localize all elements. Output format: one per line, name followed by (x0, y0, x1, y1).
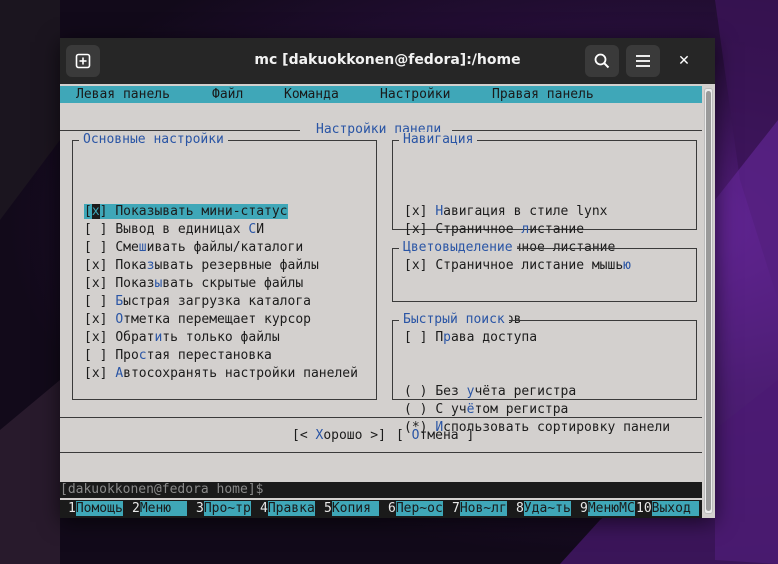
fkey-number: 9 (580, 501, 588, 516)
option-label: Показывать мини-статус (115, 204, 288, 219)
close-button[interactable]: ✕ (672, 49, 696, 73)
fkey-10[interactable]: 10Выход (636, 501, 699, 517)
cancel-button[interactable]: [ Отмена ] (396, 428, 474, 444)
fkey-label: Пер~ос (395, 501, 443, 516)
fkey-number: 2 (132, 501, 140, 516)
option-mark: [x] (84, 258, 108, 273)
option-label: Показывать резервные файлы (115, 258, 319, 273)
option-label: Отметка перемещает курсор (115, 312, 311, 327)
main-option[interactable]: [x] Показывать резервные файлы (84, 258, 319, 274)
quicksearch-title: Быстрый поиск (399, 312, 509, 328)
highlight-title: Цветовыделение (399, 240, 517, 256)
fkey-8[interactable]: 8Уда~ть (516, 501, 571, 517)
option-label: Страничное листание (435, 222, 585, 237)
fkey-1[interactable]: 1Помощь (68, 501, 123, 517)
hamburger-icon (636, 55, 650, 67)
option-mark: [x] (404, 204, 428, 219)
main-option[interactable]: [x] Показывать скрытые файлы (84, 276, 303, 292)
search-icon (594, 53, 610, 69)
ok-button[interactable]: [< Хорошо >] (292, 428, 386, 444)
fkey-number: 1 (68, 501, 76, 516)
option-mark: [x] (84, 312, 108, 327)
fkey-7[interactable]: 7Нов~лг (452, 501, 507, 517)
main-option[interactable]: [x] Отметка перемещает курсор (84, 312, 311, 328)
option-label: Простая перестановка (115, 348, 272, 363)
main-option[interactable]: [ ] Вывод в единицах СИ (84, 222, 264, 238)
menu-file[interactable]: Файл (212, 87, 243, 102)
option-mark: [ ] (84, 348, 108, 363)
scrollbar[interactable] (704, 88, 713, 514)
option-label: Смешивать файлы/каталоги (115, 240, 304, 255)
fkey-5[interactable]: 5Копия (324, 501, 379, 517)
option-mark: [x] (84, 204, 108, 219)
fkey-label: Про~тр (203, 501, 251, 516)
fkey-number: 7 (452, 501, 460, 516)
shell-prompt[interactable]: [dakuokkonen@fedora home]$ (60, 482, 702, 498)
option-label: С учётом регистра (435, 402, 569, 417)
option-mark: ( ) (404, 402, 428, 417)
close-icon: ✕ (678, 53, 690, 69)
option-label: Быстрая загрузка каталога (115, 294, 311, 309)
terminal-area[interactable]: Левая панель Файл Команда Настройки Прав… (60, 84, 715, 518)
option-mark: [ ] (84, 222, 108, 237)
fkey-label: Нов~лг (459, 501, 507, 516)
option-label: Вывод в единицах СИ (115, 222, 265, 237)
fkey-6[interactable]: 6Пер~ос (388, 501, 443, 517)
option-mark: [x] (84, 276, 108, 291)
option-mark: [x] (84, 366, 108, 381)
menu-options[interactable]: Настройки (380, 87, 450, 102)
option-label: Обратить только файлы (115, 330, 280, 345)
main-option[interactable]: [ ] Простая перестановка (84, 348, 272, 364)
option-mark: [ ] (84, 294, 108, 309)
fkey-number: 3 (196, 501, 204, 516)
menu-right-panel[interactable]: Правая панель (492, 87, 594, 102)
fkey-3[interactable]: 3Про~тр (196, 501, 251, 517)
fkey-9[interactable]: 9МенюMC (580, 501, 635, 517)
fkey-label: Копия (331, 501, 379, 516)
option-mark: [x] (84, 330, 108, 345)
option-label: Без учёта регистра (435, 384, 577, 399)
highlight-group: Цветовыделение (392, 240, 697, 302)
fkey-label: Правка (267, 501, 315, 516)
function-key-bar: 1Помощь 2Меню 3Про~тр 4Правка 5Копия 6Пер~о… (60, 500, 702, 518)
main-settings-title: Основные настройки (79, 132, 228, 148)
option-mark: [x] (404, 222, 428, 237)
titlebar: mc [dakuokkonen@fedora]:/home ✕ (60, 38, 715, 84)
main-option[interactable]: [x] Обратить только файлы (84, 330, 280, 346)
mc-menubar: Левая панель Файл Команда Настройки Прав… (60, 86, 702, 103)
fkey-number: 10 (636, 501, 652, 516)
navigation-option[interactable]: [x] Страничное листание (404, 222, 584, 238)
main-option[interactable]: [ ] Смешивать файлы/каталоги (84, 240, 303, 256)
quicksearch-option[interactable]: ( ) Без учёта регистра (404, 384, 576, 400)
fkey-label: Меню (139, 501, 187, 516)
main-option[interactable]: [x] Автосохранять настройки панелей (84, 366, 358, 382)
quicksearch-option[interactable]: ( ) С учётом регистра (404, 402, 568, 418)
terminal-window: mc [dakuokkonen@fedora]:/home ✕ Левая па… (60, 38, 715, 518)
main-option[interactable]: [x] Показывать мини-статус (84, 204, 288, 220)
search-button[interactable] (585, 45, 619, 77)
option-label: Навигация в стиле lynx (435, 204, 608, 219)
fkey-number: 6 (388, 501, 396, 516)
fkey-number: 5 (324, 501, 332, 516)
navigation-option[interactable]: [x] Навигация в стиле lynx (404, 204, 608, 220)
fkey-number: 8 (516, 501, 524, 516)
menu-left-panel[interactable]: Левая панель (76, 87, 170, 102)
fkey-number: 4 (260, 501, 268, 516)
option-mark: [ ] (84, 240, 108, 255)
option-label: Автосохранять настройки панелей (115, 366, 358, 381)
option-mark: ( ) (404, 384, 428, 399)
fkey-label: Помощь (75, 501, 123, 516)
fkey-2[interactable]: 2Меню (132, 501, 187, 517)
fkey-label: МенюMC (587, 501, 635, 516)
fkey-label: Выход (651, 501, 699, 516)
navigation-title: Навигация (399, 132, 478, 148)
fkey-4[interactable]: 4Правка (260, 501, 315, 517)
option-label: Показывать скрытые файлы (115, 276, 304, 291)
fkey-label: Уда~ть (523, 501, 571, 516)
scroll-thumb[interactable] (706, 91, 711, 511)
main-option[interactable]: [ ] Быстрая загрузка каталога (84, 294, 311, 310)
menu-button[interactable] (626, 45, 660, 77)
menu-command[interactable]: Команда (284, 87, 339, 102)
